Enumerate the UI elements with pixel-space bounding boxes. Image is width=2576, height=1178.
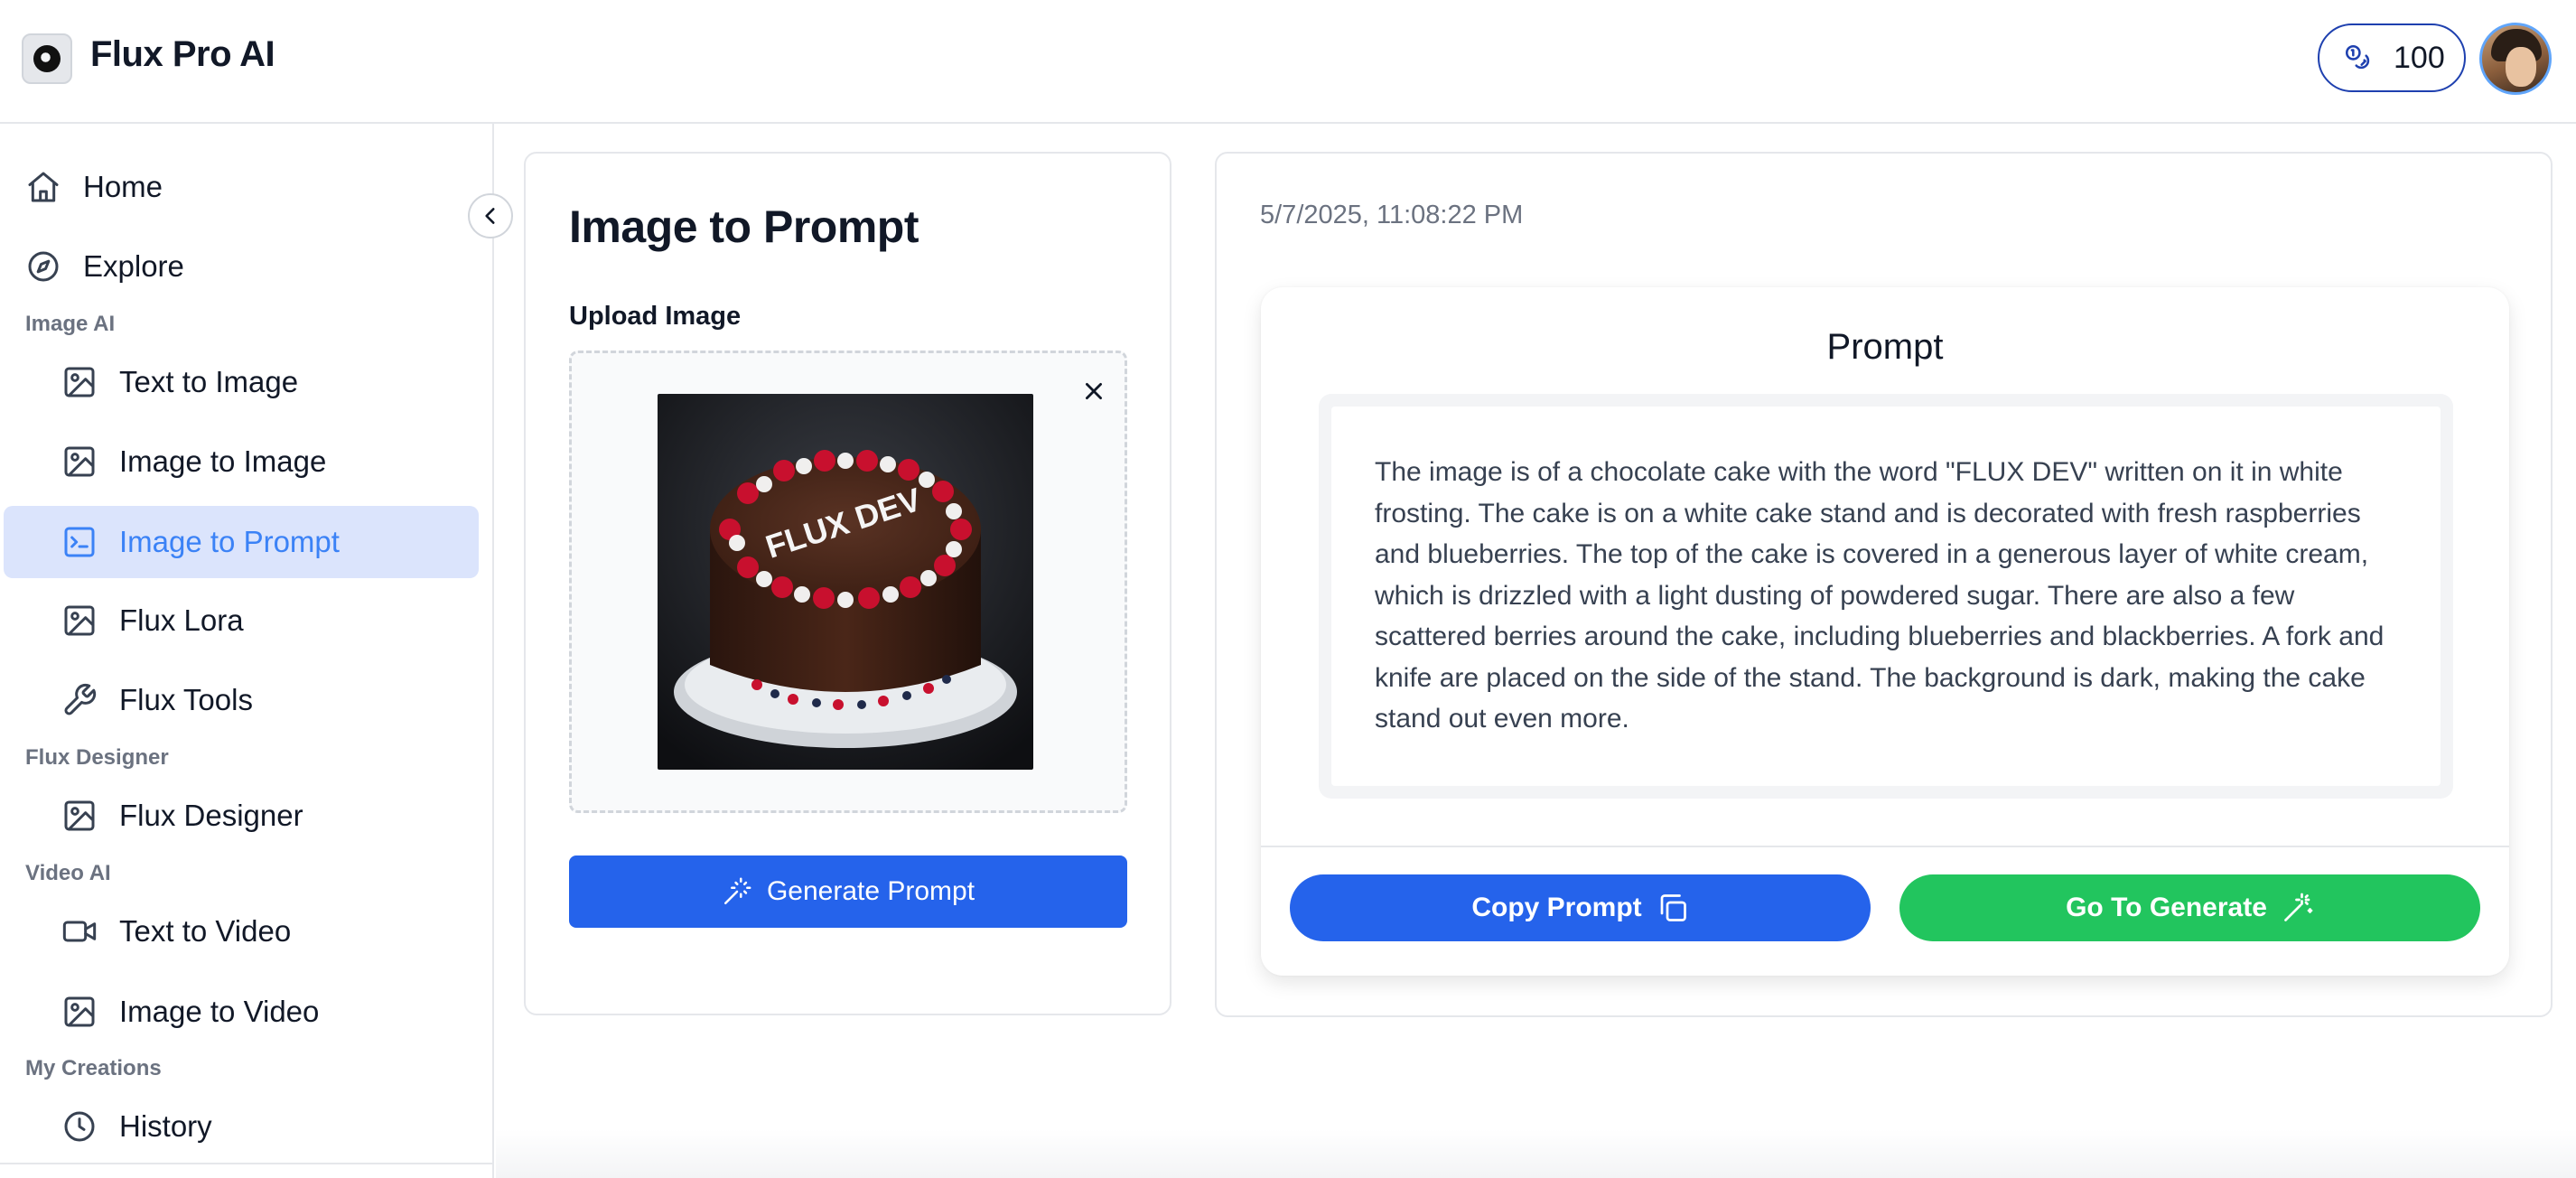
sidebar-item-history[interactable]: History	[4, 1090, 479, 1163]
top-header: Flux Pro AI 100	[0, 0, 2576, 124]
sidebar-item-label: Flux Tools	[119, 683, 253, 716]
sidebar-item-flux-lora[interactable]: Flux Lora	[4, 584, 479, 657]
image-icon	[61, 994, 98, 1030]
result-panel: 5/7/2025, 11:08:22 PM Prompt The image i…	[1215, 152, 2553, 1017]
image-icon	[61, 798, 98, 834]
image-icon	[61, 444, 98, 480]
upload-panel: Image to Prompt Upload Image FLUX DEV Ge…	[524, 152, 1171, 1015]
sidebar-item-label: Text to Image	[119, 365, 299, 398]
go-to-generate-label: Go To Generate	[2066, 893, 2267, 922]
close-icon	[1086, 383, 1102, 399]
chevron-left-icon	[485, 208, 495, 224]
magic-wand-icon	[723, 877, 751, 905]
generate-prompt-label: Generate Prompt	[766, 876, 975, 906]
sidebar-item-label: Home	[83, 170, 163, 203]
sidebar-item-label: Image to Image	[119, 444, 327, 478]
section-label-video-ai: Video AI	[25, 861, 111, 885]
sidebar-item-flux-tools[interactable]: Flux Tools	[4, 664, 479, 736]
credits-badge[interactable]: 100	[2318, 23, 2466, 92]
app-title[interactable]: Flux Pro AI	[90, 34, 275, 75]
sidebar-divider	[0, 1163, 494, 1164]
section-label-my-creations: My Creations	[25, 1056, 162, 1080]
remove-image-button[interactable]	[1076, 373, 1112, 409]
prompt-heading: Prompt	[1826, 327, 1944, 367]
sidebar-item-label: Text to Video	[119, 914, 292, 948]
sidebar-item-image-to-video[interactable]: Image to Video	[4, 976, 479, 1048]
result-timestamp: 5/7/2025, 11:08:22 PM	[1260, 201, 1524, 229]
sidebar-item-image-to-prompt[interactable]: Image to Prompt	[4, 506, 479, 578]
section-label-flux-designer: Flux Designer	[25, 745, 169, 770]
aperture-logo-icon[interactable]	[22, 33, 72, 84]
user-avatar[interactable]	[2479, 23, 2552, 95]
prompt-card: Prompt The image is of a chocolate cake …	[1261, 287, 2509, 976]
sidebar-item-label: History	[119, 1109, 212, 1143]
go-to-generate-button[interactable]: Go To Generate	[1899, 874, 2480, 941]
collapse-sidebar-button[interactable]	[468, 193, 513, 238]
upload-label: Upload Image	[569, 302, 742, 331]
copy-icon	[1660, 894, 1686, 921]
home-icon	[25, 169, 61, 205]
credits-count: 100	[2394, 40, 2445, 75]
copy-prompt-label: Copy Prompt	[1471, 893, 1642, 922]
coins-icon	[2345, 44, 2370, 70]
sidebar-item-flux-designer[interactable]: Flux Designer	[4, 780, 479, 852]
prompt-divider	[1261, 846, 2509, 847]
sidebar-item-label: Image to Video	[119, 995, 320, 1028]
page-title: Image to Prompt	[569, 201, 919, 252]
sidebar-item-label: Flux Designer	[119, 799, 303, 832]
section-label-image-ai: Image AI	[25, 312, 116, 336]
copy-prompt-button[interactable]: Copy Prompt	[1290, 874, 1871, 941]
generate-prompt-button[interactable]: Generate Prompt	[569, 855, 1127, 928]
sidebar: Home Explore Image AI Text to Image Imag…	[0, 124, 494, 1178]
sidebar-item-label: Image to Prompt	[119, 525, 340, 558]
uploaded-image: FLUX DEV	[658, 394, 1033, 770]
sidebar-item-text-to-image[interactable]: Text to Image	[4, 346, 479, 418]
prompt-text[interactable]: The image is of a chocolate cake with th…	[1331, 407, 2441, 786]
video-icon	[61, 913, 98, 949]
sidebar-item-label: Flux Lora	[119, 603, 244, 637]
sidebar-item-explore[interactable]: Explore	[4, 230, 479, 303]
sidebar-item-home[interactable]: Home	[4, 151, 479, 223]
prompt-output-box: The image is of a chocolate cake with th…	[1319, 394, 2453, 799]
image-dropzone[interactable]: FLUX DEV	[569, 351, 1127, 813]
sidebar-item-text-to-video[interactable]: Text to Video	[4, 895, 479, 968]
sidebar-item-image-to-image[interactable]: Image to Image	[4, 425, 479, 498]
wrench-icon	[61, 682, 98, 718]
image-icon	[61, 364, 98, 400]
clock-icon	[61, 1108, 98, 1145]
page-bottom-fade	[496, 1129, 2576, 1178]
compass-icon	[25, 248, 61, 285]
terminal-icon	[61, 524, 98, 560]
image-icon	[61, 603, 98, 639]
sparkle-wand-icon	[2284, 893, 2313, 921]
sidebar-item-label: Explore	[83, 249, 184, 283]
